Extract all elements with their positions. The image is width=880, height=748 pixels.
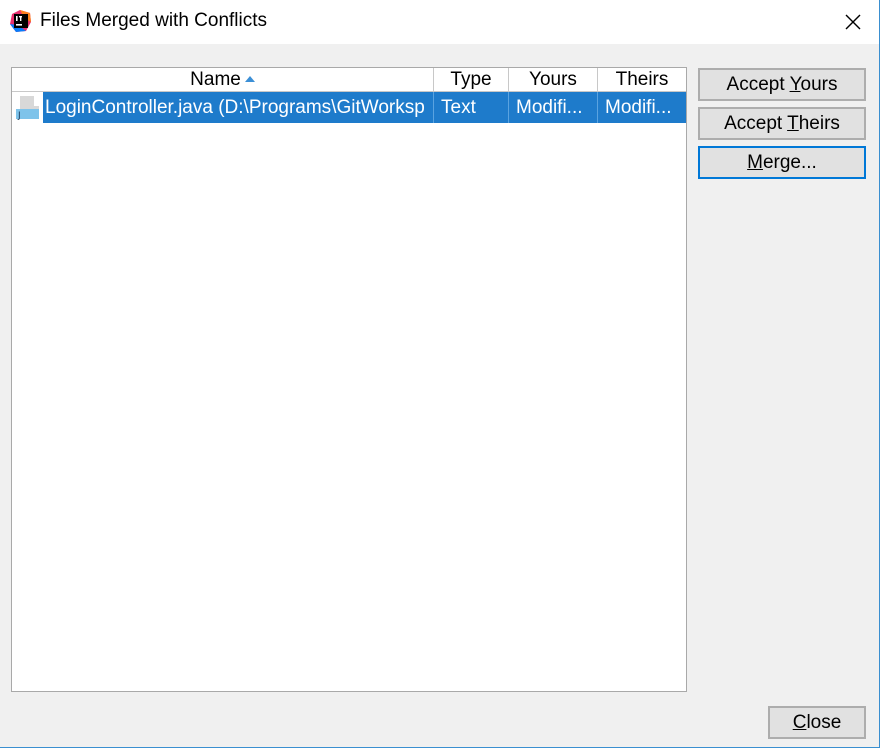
conflicts-table[interactable]: Name Type Yours Theirs J LoginController…: [11, 67, 687, 692]
title-bar: Files Merged with Conflicts: [0, 0, 879, 44]
accept-yours-button[interactable]: Accept Yours: [698, 68, 866, 101]
close-button[interactable]: Close: [768, 706, 866, 739]
merge-button[interactable]: Merge...: [698, 146, 866, 179]
column-header-yours[interactable]: Yours: [509, 68, 598, 92]
table-row[interactable]: J LoginController.java (D:\Programs\GitW…: [12, 92, 686, 123]
column-header-theirs[interactable]: Theirs: [598, 68, 686, 92]
cell-file-name: LoginController.java (D:\Programs\GitWor…: [43, 92, 434, 123]
column-header-type[interactable]: Type: [434, 68, 509, 92]
dialog-window: Files Merged with Conflicts Name Type Yo…: [0, 0, 880, 748]
cell-type: Text: [434, 92, 509, 123]
column-header-name[interactable]: Name: [12, 68, 434, 92]
accept-theirs-button[interactable]: Accept Theirs: [698, 107, 866, 140]
window-title: Files Merged with Conflicts: [40, 10, 268, 31]
cell-theirs: Modifi...: [605, 97, 672, 118]
cell-yours: Modifi...: [509, 92, 598, 123]
table-header: Name Type Yours Theirs: [12, 68, 686, 92]
svg-text:J: J: [17, 111, 21, 121]
close-icon[interactable]: [838, 8, 868, 36]
intellij-idea-icon: [10, 10, 32, 32]
java-file-icon: J: [12, 92, 43, 123]
sort-ascending-icon: [244, 76, 255, 82]
